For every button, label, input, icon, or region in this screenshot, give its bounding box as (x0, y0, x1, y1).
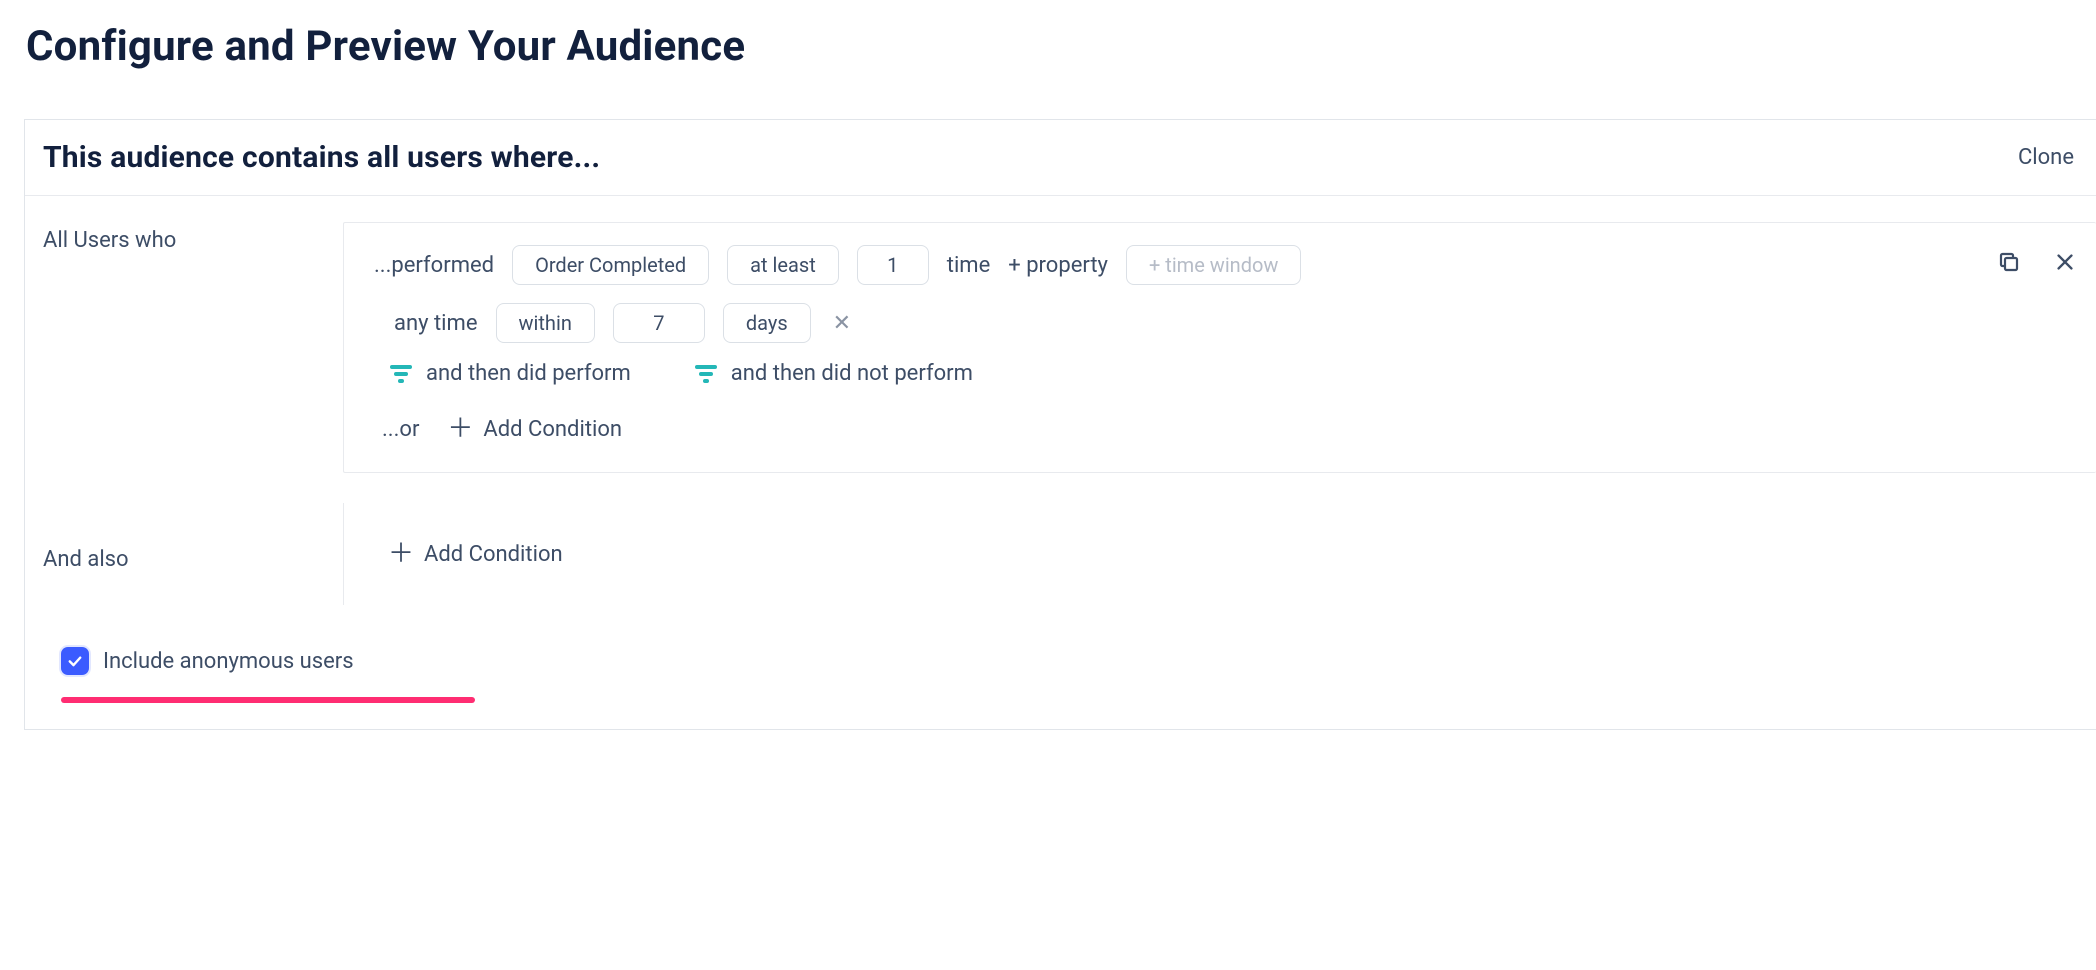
condition-line-2: any time within 7 days ✕ (394, 303, 2082, 343)
or-label: ...or (382, 417, 419, 442)
within-value-input[interactable]: 7 (613, 303, 705, 343)
time-window-button[interactable]: + time window (1126, 245, 1301, 285)
clear-time-window-icon[interactable]: ✕ (829, 311, 855, 336)
and-also-rail: ＋ Add Condition (343, 503, 2096, 605)
condition-row: All Users who (43, 222, 2096, 473)
within-unit-select[interactable]: days (723, 303, 811, 343)
and-also-label: And also (43, 537, 343, 572)
performed-label: ...performed (374, 253, 494, 278)
add-condition-label: Add Condition (483, 417, 622, 442)
include-anonymous-label: Include anonymous users (103, 649, 354, 674)
remove-condition-icon[interactable] (2048, 245, 2082, 279)
page-title: Configure and Preview Your Audience (26, 22, 2096, 71)
add-property-button[interactable]: + property (1008, 253, 1108, 278)
time-label: time (947, 253, 991, 278)
within-select[interactable]: within (496, 303, 595, 343)
plus-icon: ＋ (388, 541, 414, 567)
then-did-not-perform-button[interactable]: and then did not perform (695, 361, 973, 386)
add-or-condition-button[interactable]: ＋ Add Condition (447, 416, 622, 442)
event-select[interactable]: Order Completed (512, 245, 709, 285)
audience-panel: This audience contains all users where..… (24, 119, 2096, 730)
all-users-who-label: All Users who (43, 222, 343, 253)
highlight-underline (61, 697, 475, 703)
condition-actions (1992, 245, 2082, 279)
clone-button[interactable]: Clone (2018, 145, 2074, 170)
funnel-icon (390, 365, 412, 383)
or-add-condition-row: ...or ＋ Add Condition (382, 416, 2082, 442)
then-did-perform-label: and then did perform (426, 361, 631, 386)
plus-icon: ＋ (447, 416, 473, 442)
panel-header: This audience contains all users where..… (25, 120, 2096, 196)
funnel-icon (695, 365, 717, 383)
add-and-condition-button[interactable]: ＋ Add Condition (388, 541, 563, 567)
funnel-options: and then did perform and then did not pe… (390, 361, 2082, 386)
include-anonymous-section: Include anonymous users (61, 647, 475, 703)
condition-builder: ...performed Order Completed at least 1 … (343, 222, 2096, 473)
and-also-row: And also ＋ Add Condition (43, 503, 2096, 605)
include-anonymous-row: Include anonymous users (61, 647, 354, 675)
check-icon (66, 652, 84, 670)
condition-line-1: ...performed Order Completed at least 1 … (374, 245, 2082, 285)
add-condition-label: Add Condition (424, 542, 563, 567)
then-did-not-perform-label: and then did not perform (731, 361, 973, 386)
count-input[interactable]: 1 (857, 245, 929, 285)
panel-heading: This audience contains all users where..… (43, 140, 600, 175)
panel-body: All Users who (25, 196, 2096, 729)
then-did-perform-button[interactable]: and then did perform (390, 361, 631, 386)
include-anonymous-checkbox[interactable] (61, 647, 89, 675)
duplicate-icon[interactable] (1992, 245, 2026, 279)
comparator-select[interactable]: at least (727, 245, 839, 285)
any-time-label: any time (394, 311, 478, 336)
